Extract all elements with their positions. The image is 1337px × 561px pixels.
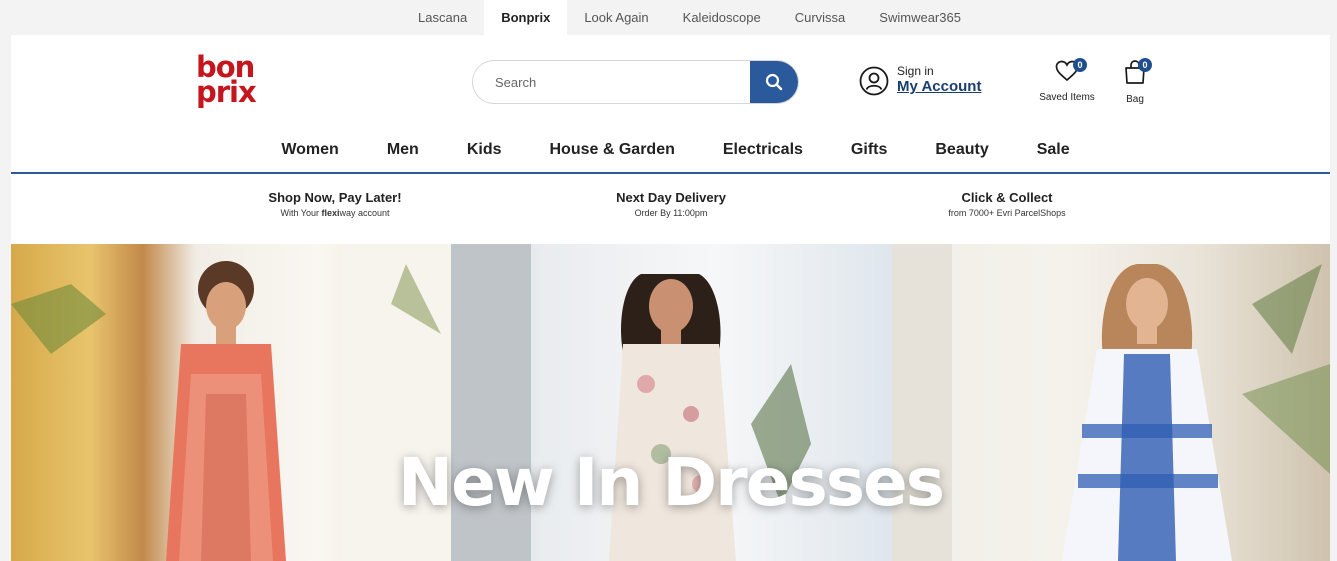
saved-items-count-badge: 0	[1073, 58, 1087, 72]
tab-bonprix[interactable]: Bonprix	[484, 0, 568, 35]
usp-pay-later-subtitle: With Your flexiway account	[280, 208, 390, 218]
saved-items-button[interactable]: 0 Saved Items	[1038, 58, 1096, 103]
tab-swimwear365[interactable]: Swimwear365	[862, 0, 978, 35]
nav-electricals[interactable]: Electricals	[699, 135, 827, 172]
nav-divider	[11, 172, 1330, 174]
bag-count-badge: 0	[1138, 58, 1152, 72]
account-link[interactable]: Sign in My Account	[859, 65, 981, 96]
nav-beauty[interactable]: Beauty	[911, 135, 1012, 172]
tab-curvissa[interactable]: Curvissa	[778, 0, 863, 35]
bag-button[interactable]: 0 Bag	[1120, 58, 1152, 105]
page: bon prix Sign in My Account 0 Saved Item…	[11, 35, 1330, 561]
usp-click-collect[interactable]: Click & Collect from 7000+ Evri ParcelSh…	[907, 190, 1107, 218]
my-account-link[interactable]: My Account	[897, 78, 981, 96]
usp-delivery-subtitle: Order By 11:00pm	[634, 208, 708, 218]
main-nav: Women Men Kids House & Garden Electrical…	[11, 135, 1330, 172]
tab-look-again[interactable]: Look Again	[567, 0, 665, 35]
usp-next-day-delivery[interactable]: Next Day Delivery Order By 11:00pm	[571, 190, 771, 218]
user-icon	[859, 66, 889, 95]
saved-items-label: Saved Items	[1039, 92, 1095, 103]
search-box	[472, 60, 799, 104]
hero-title: New In Dresses	[397, 444, 945, 521]
tab-lascana[interactable]: Lascana	[401, 0, 484, 35]
brand-tabs: Lascana Bonprix Look Again Kaleidoscope …	[0, 0, 1337, 35]
nav-kids[interactable]: Kids	[443, 135, 526, 172]
nav-sale[interactable]: Sale	[1013, 135, 1094, 172]
nav-women[interactable]: Women	[257, 135, 362, 172]
search-icon	[765, 73, 783, 91]
usp-collect-subtitle: from 7000+ Evri ParcelShops	[948, 208, 1066, 218]
hero-banner[interactable]: New In Dresses	[11, 244, 1330, 561]
bonprix-logo[interactable]: bon prix	[196, 53, 258, 111]
usp-delivery-title: Next Day Delivery	[616, 190, 726, 205]
usp-collect-title: Click & Collect	[961, 190, 1053, 205]
bag-label: Bag	[1126, 94, 1144, 105]
nav-men[interactable]: Men	[363, 135, 443, 172]
search-input[interactable]	[473, 61, 752, 103]
nav-house-garden[interactable]: House & Garden	[526, 135, 699, 172]
search-button[interactable]	[750, 61, 798, 103]
usp-pay-later[interactable]: Shop Now, Pay Later! With Your flexiway …	[235, 190, 435, 218]
usp-pay-later-title: Shop Now, Pay Later!	[268, 190, 402, 205]
nav-gifts[interactable]: Gifts	[827, 135, 911, 172]
logo-line-2: prix	[196, 75, 257, 109]
sign-in-label: Sign in	[897, 64, 934, 78]
tab-kaleidoscope[interactable]: Kaleidoscope	[666, 0, 778, 35]
